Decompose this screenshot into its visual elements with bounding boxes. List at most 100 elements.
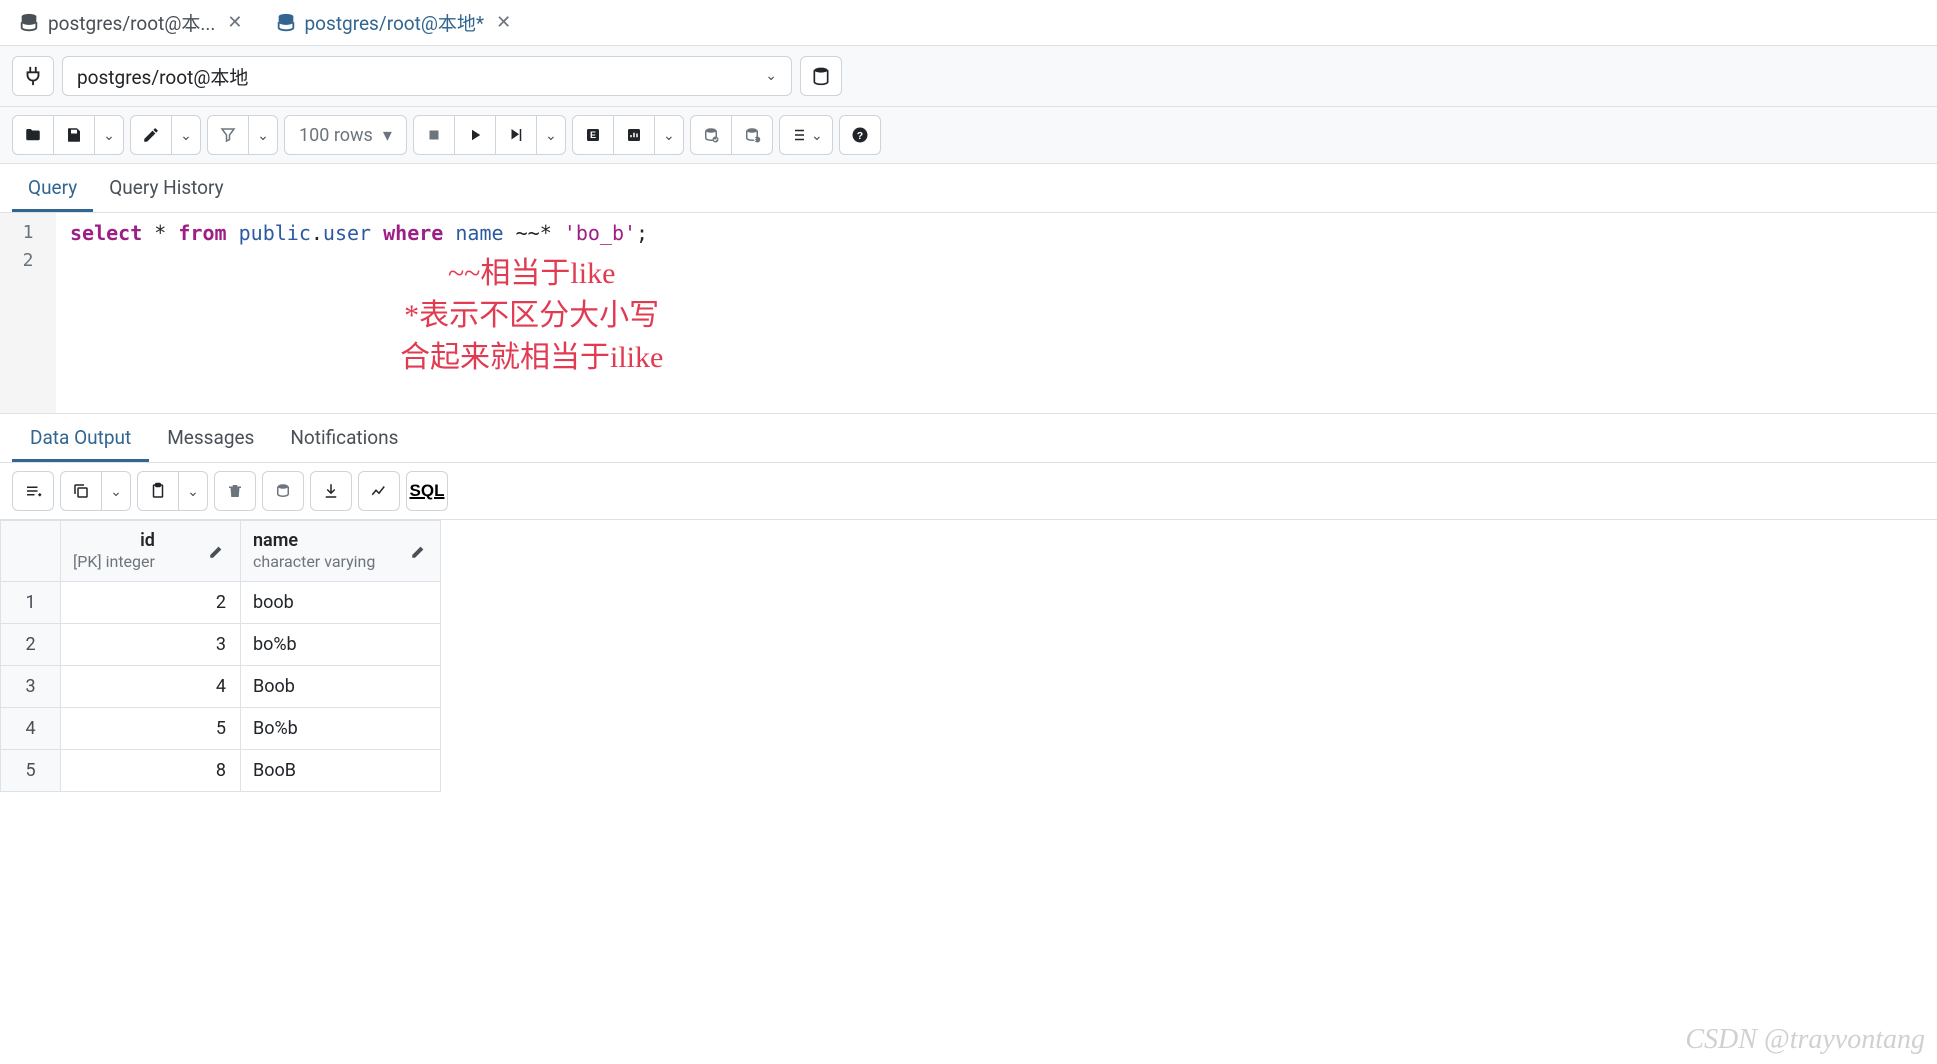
table-row[interactable]: 34Boob — [1, 666, 441, 708]
explain-icon: E — [584, 126, 602, 144]
tab-data-output[interactable]: Data Output — [12, 414, 149, 462]
column-header-name[interactable]: name character varying — [241, 521, 441, 582]
explain-button[interactable]: E — [572, 115, 614, 155]
save-data-button[interactable] — [262, 471, 304, 511]
cell-id[interactable]: 5 — [61, 708, 241, 750]
tab-active[interactable]: postgres/root@本地* ✕ — [261, 1, 530, 44]
row-number[interactable]: 3 — [1, 666, 61, 708]
connection-select[interactable]: postgres/root@本地 ⌄ — [62, 56, 792, 96]
cell-id[interactable]: 4 — [61, 666, 241, 708]
save-button[interactable] — [53, 115, 95, 155]
filter-dropdown[interactable]: ⌄ — [248, 115, 278, 155]
paste-button[interactable] — [137, 471, 179, 511]
pencil-icon[interactable] — [410, 542, 428, 560]
save-icon — [65, 126, 83, 144]
commit-icon — [702, 126, 720, 144]
tab-notifications[interactable]: Notifications — [272, 414, 416, 462]
chevron-down-icon: ⌄ — [811, 127, 823, 144]
copy-icon — [72, 482, 90, 500]
execute-dropdown[interactable]: ⌄ — [536, 115, 566, 155]
connection-value: postgres/root@本地 — [77, 63, 248, 90]
close-icon[interactable]: ✕ — [223, 12, 246, 33]
table-row[interactable]: 58BooB — [1, 750, 441, 792]
edit-dropdown[interactable]: ⌄ — [171, 115, 201, 155]
list-icon — [789, 126, 807, 144]
cell-name[interactable]: Bo%b — [241, 708, 441, 750]
stop-button[interactable] — [413, 115, 455, 155]
paste-icon — [149, 482, 167, 500]
editor-subtabs: Query Query History — [0, 164, 1937, 213]
help-icon: ? — [851, 126, 869, 144]
chevron-down-icon: ⌄ — [765, 68, 777, 84]
close-icon[interactable]: ✕ — [492, 12, 515, 33]
connection-bar: postgres/root@本地 ⌄ — [0, 46, 1937, 107]
cell-id[interactable]: 2 — [61, 582, 241, 624]
cell-id[interactable]: 8 — [61, 750, 241, 792]
macros-button[interactable]: ⌄ — [779, 115, 833, 155]
tab-label: postgres/root@本... — [48, 9, 215, 36]
cell-name[interactable]: boob — [241, 582, 441, 624]
trash-icon — [226, 482, 244, 500]
help-button[interactable]: ? — [839, 115, 881, 155]
stop-icon — [425, 126, 443, 144]
download-icon — [322, 482, 340, 500]
annotation-overlay: ~~相当于like *表示不区分大小写 合起来就相当于ilike — [400, 253, 663, 379]
sql-view-button[interactable]: SQL — [406, 471, 448, 511]
graph-button[interactable] — [358, 471, 400, 511]
rollback-button[interactable] — [731, 115, 773, 155]
sql-editor[interactable]: 1 2 select * from public.user where name… — [0, 213, 1937, 413]
result-tabs: Data Output Messages Notifications — [0, 413, 1937, 463]
tab-inactive[interactable]: postgres/root@本... ✕ — [4, 1, 261, 44]
cell-name[interactable]: BooB — [241, 750, 441, 792]
new-connection-button[interactable] — [800, 56, 842, 96]
save-dropdown[interactable]: ⌄ — [94, 115, 124, 155]
column-header-id[interactable]: id [PK] integer — [61, 521, 241, 582]
chevron-down-icon: ⌄ — [180, 127, 192, 144]
play-icon — [466, 126, 484, 144]
row-number[interactable]: 2 — [1, 624, 61, 666]
commit-button[interactable] — [690, 115, 732, 155]
paste-dropdown[interactable]: ⌄ — [178, 471, 208, 511]
table-row[interactable]: 12boob — [1, 582, 441, 624]
cell-name[interactable]: Boob — [241, 666, 441, 708]
tab-query-history[interactable]: Query History — [93, 164, 239, 212]
chevron-down-icon: ⌄ — [187, 483, 199, 500]
chevron-down-icon: ⌄ — [103, 127, 115, 144]
explain-dropdown[interactable]: ⌄ — [654, 115, 684, 155]
cell-id[interactable]: 3 — [61, 624, 241, 666]
copy-button[interactable] — [60, 471, 102, 511]
watermark: CSDN @trayvontang — [1685, 1024, 1925, 1056]
delete-row-button[interactable] — [214, 471, 256, 511]
tab-messages[interactable]: Messages — [149, 414, 272, 462]
tab-query[interactable]: Query — [12, 164, 93, 212]
tab-label: postgres/root@本地* — [305, 9, 485, 36]
corner-header[interactable] — [1, 521, 61, 582]
play-cursor-icon — [507, 126, 525, 144]
row-limit-select[interactable]: 100 rows ▾ — [284, 115, 407, 155]
row-number[interactable]: 5 — [1, 750, 61, 792]
cell-name[interactable]: bo%b — [241, 624, 441, 666]
plug-icon — [22, 65, 44, 87]
add-row-button[interactable] — [12, 471, 54, 511]
open-file-button[interactable] — [12, 115, 54, 155]
row-number[interactable]: 4 — [1, 708, 61, 750]
table-row[interactable]: 45Bo%b — [1, 708, 441, 750]
disconnect-button[interactable] — [12, 56, 54, 96]
execute-script-button[interactable] — [495, 115, 537, 155]
pencil-icon[interactable] — [208, 542, 226, 560]
row-limit-value: 100 rows — [299, 125, 373, 146]
table-row[interactable]: 23bo%b — [1, 624, 441, 666]
explain-analyze-button[interactable] — [613, 115, 655, 155]
svg-text:E: E — [590, 130, 596, 140]
chart-icon — [625, 126, 643, 144]
execute-button[interactable] — [454, 115, 496, 155]
filter-icon — [219, 126, 237, 144]
edit-button[interactable] — [130, 115, 172, 155]
chevron-down-icon: ⌄ — [545, 127, 557, 144]
copy-dropdown[interactable]: ⌄ — [101, 471, 131, 511]
filter-button[interactable] — [207, 115, 249, 155]
row-number[interactable]: 1 — [1, 582, 61, 624]
chevron-down-icon: ⌄ — [110, 483, 122, 500]
database-icon — [275, 12, 297, 34]
download-button[interactable] — [310, 471, 352, 511]
